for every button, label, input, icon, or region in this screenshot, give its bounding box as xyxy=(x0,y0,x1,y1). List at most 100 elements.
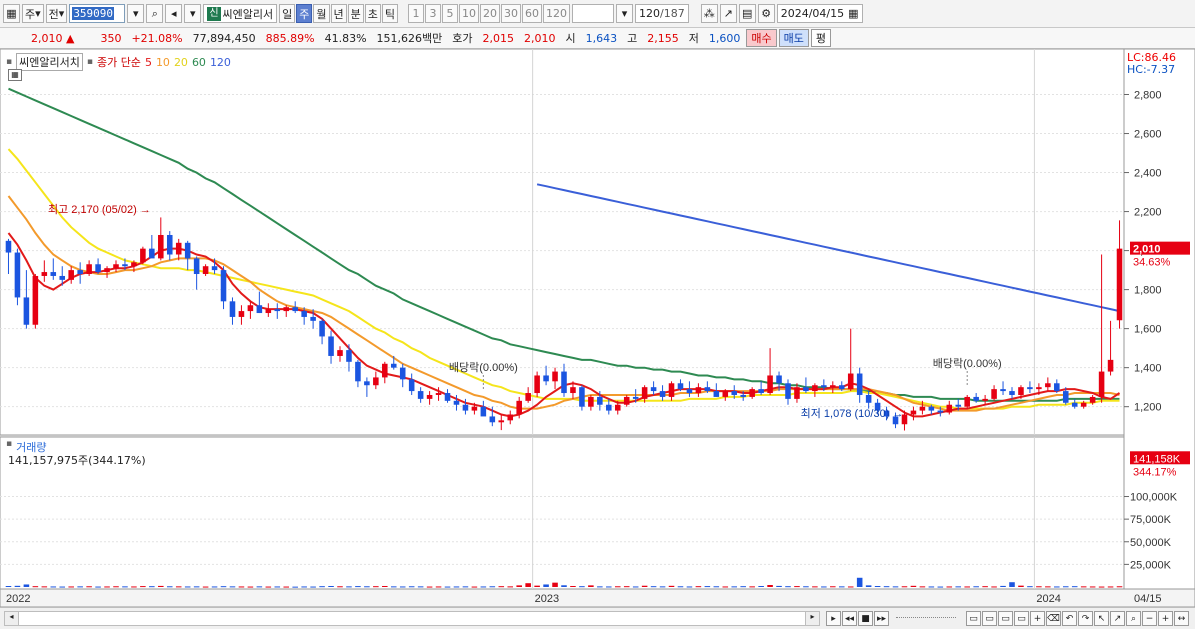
redo-icon[interactable]: ↷ xyxy=(1078,611,1093,626)
sell-button[interactable]: 매도 xyxy=(778,29,809,47)
stock-code-input[interactable]: 359090 xyxy=(69,4,126,23)
crosshair-icon[interactable]: + xyxy=(1030,611,1045,626)
calendar-icon[interactable]: ▦ xyxy=(848,7,858,20)
layout-icon-1[interactable]: ▭ xyxy=(966,611,981,626)
candle-body xyxy=(417,391,424,399)
candle-body xyxy=(166,234,173,255)
plus-icon[interactable]: + xyxy=(1158,611,1173,626)
interval-tab-6[interactable]: 60 xyxy=(522,4,542,23)
date-field[interactable]: 2024/04/15 ▦ xyxy=(776,4,863,23)
period-tab-3[interactable]: 년 xyxy=(330,4,347,23)
volume-bar xyxy=(122,586,128,588)
candle-body xyxy=(104,268,110,273)
volume-bar xyxy=(140,586,146,588)
interval-tab-4[interactable]: 20 xyxy=(480,4,500,23)
period-tab-6[interactable]: 틱 xyxy=(381,4,398,23)
interval-dropdown-icon[interactable]: ▾ xyxy=(616,4,633,23)
code-dropdown-icon[interactable]: ▾ xyxy=(127,4,145,23)
undo-icon[interactable]: ↶ xyxy=(1062,611,1077,626)
zoom-slider[interactable] xyxy=(896,617,956,621)
volume-bar xyxy=(1071,586,1078,588)
date-axis-label: 2023 xyxy=(535,593,559,605)
chart-area[interactable]: 1,2001,4001,6001,8002,0002,2002,4002,600… xyxy=(0,49,1195,629)
candle-body xyxy=(14,252,21,298)
stop-icon[interactable]: ■ xyxy=(858,611,873,626)
legend-stock-name[interactable]: 씨엔알리서치 xyxy=(16,53,83,71)
search-icon[interactable]: ⌕ xyxy=(146,4,164,23)
candle-body xyxy=(838,385,845,390)
zoom-out-icon[interactable]: − xyxy=(1142,611,1157,626)
dividend-annotation-2: 배당락(0.00%) xyxy=(933,357,1002,370)
volume-ratio: 885.89% xyxy=(265,31,315,45)
price-tick-label: 1,200 xyxy=(1134,402,1162,414)
period-tab-5[interactable]: 초 xyxy=(364,4,381,23)
legend-bullet-icon: ▪ xyxy=(86,57,93,67)
volume-bar xyxy=(462,586,469,588)
speaker-dropdown-icon[interactable]: ▾ xyxy=(184,4,202,23)
candle-body xyxy=(946,404,953,413)
interval-custom-input[interactable] xyxy=(572,4,614,23)
volume-bar xyxy=(32,586,39,588)
gear-icon[interactable]: ⚙ xyxy=(757,4,775,23)
cursor-icon[interactable]: ↖ xyxy=(1094,611,1109,626)
period-tab-2[interactable]: 월 xyxy=(313,4,330,23)
average-button[interactable]: 평 xyxy=(810,29,832,47)
save-icon[interactable]: ▤ xyxy=(738,4,756,23)
play-back-icon[interactable]: ▸ xyxy=(826,611,841,626)
stock-name-field[interactable]: 신 씨엔알리서 xyxy=(203,4,278,23)
horizontal-scrollbar[interactable]: ◂ ▸ xyxy=(4,611,820,626)
price-volume-chart[interactable]: 1,2001,4001,6001,8002,0002,2002,4002,600… xyxy=(0,49,1195,607)
candle-body xyxy=(256,305,263,314)
period-tab-0[interactable]: 일 xyxy=(279,4,296,23)
table-toggle-icon[interactable]: ▦ xyxy=(8,69,22,81)
candle-body xyxy=(758,389,764,394)
buy-button[interactable]: 매수 xyxy=(746,29,777,47)
interval-tab-1[interactable]: 3 xyxy=(425,4,441,23)
scroll-right-icon[interactable]: ▸ xyxy=(805,612,819,625)
link-icon[interactable]: ⁂ xyxy=(700,4,718,23)
interval-tab-3[interactable]: 10 xyxy=(459,4,479,23)
scroll-left-icon[interactable]: ◂ xyxy=(5,612,19,625)
legend-ma5: 5 xyxy=(144,55,152,69)
fast-forward-icon[interactable]: ▸▸ xyxy=(874,611,889,626)
turnover-rate: 41.83% xyxy=(324,31,367,45)
layout-icon-2[interactable]: ▭ xyxy=(982,611,997,626)
interval-tab-5[interactable]: 30 xyxy=(501,4,521,23)
count-field[interactable]: 120/187 xyxy=(635,4,689,23)
date-axis-label: 04/15 xyxy=(1134,593,1162,605)
speaker-icon[interactable]: ◂ xyxy=(165,4,183,23)
market-select[interactable]: 주 ▾ xyxy=(22,4,44,23)
volume-bar xyxy=(489,586,496,588)
volume-bar xyxy=(668,585,675,587)
interval-tab-0[interactable]: 1 xyxy=(408,4,424,23)
zoom-in-icon[interactable]: ⌕ xyxy=(1126,611,1141,626)
volume-bar xyxy=(1009,582,1015,587)
draw-tool-icon[interactable]: ↗ xyxy=(719,4,737,23)
draw-icon[interactable]: ↗ xyxy=(1110,611,1125,626)
interval-tab-2[interactable]: 5 xyxy=(442,4,458,23)
volume-bar xyxy=(1107,586,1114,588)
legend-ma-title[interactable]: 종가 단순 xyxy=(97,54,141,70)
volume-bar xyxy=(901,586,908,588)
interval-tab-7[interactable]: 120 xyxy=(543,4,570,23)
period-tab-1[interactable]: 주 xyxy=(296,4,313,23)
volume-bar xyxy=(695,586,702,588)
volume-legend-value: 141,157,975주(344.17%) xyxy=(8,454,146,467)
prev-button[interactable]: 전 ▾ xyxy=(45,4,68,23)
period-tab-4[interactable]: 분 xyxy=(347,4,364,23)
volume-bar xyxy=(865,585,872,587)
volume-bar xyxy=(847,586,854,588)
candle-body xyxy=(140,248,146,263)
quote-bar: 2,010 ▲ 350 +21.08% 77,894,450 885.89% 4… xyxy=(0,28,1195,49)
price-tick-label: 1,800 xyxy=(1134,285,1162,297)
candle-body xyxy=(489,416,496,423)
rewind-icon[interactable]: ◂◂ xyxy=(842,611,857,626)
volume-bar xyxy=(399,586,406,588)
eraser-icon[interactable]: ⌫ xyxy=(1046,611,1061,626)
layout-icon-4[interactable]: ▭ xyxy=(1014,611,1029,626)
volume-bar xyxy=(471,586,478,588)
chart-menu-icon[interactable]: ▦ xyxy=(3,4,20,23)
fit-icon[interactable]: ↔ xyxy=(1174,611,1189,626)
volume-bar xyxy=(310,586,316,588)
layout-icon-3[interactable]: ▭ xyxy=(998,611,1013,626)
